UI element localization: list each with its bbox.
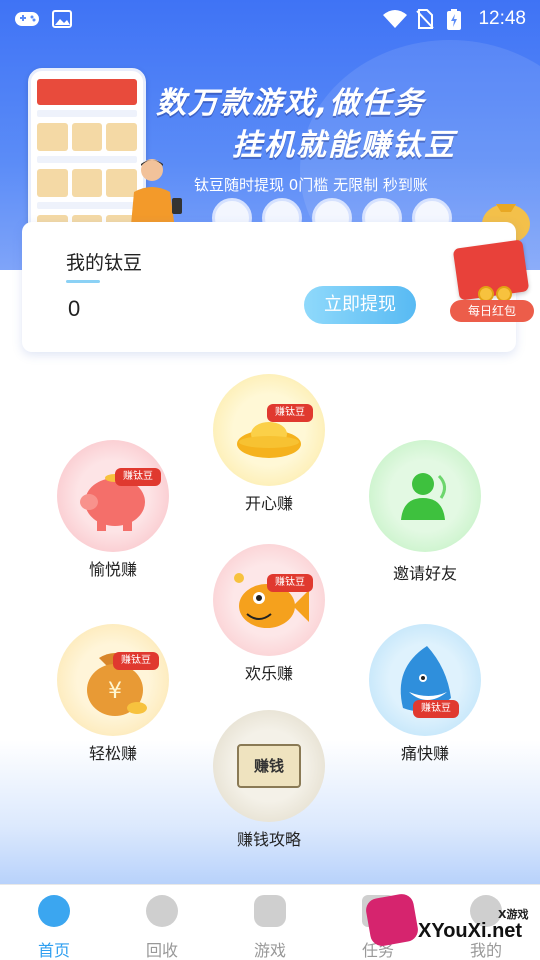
tab-recycle[interactable]: 回收: [108, 885, 216, 960]
invite-friends-item[interactable]: [369, 440, 481, 552]
earn-label-tongkuai: 痛快赚: [400, 744, 449, 763]
scroll-text: 赚钱: [253, 757, 284, 775]
earn-item-yuyue[interactable]: 赚钛豆: [57, 440, 169, 552]
invite-friends-label: 邀请好友: [392, 564, 457, 583]
clock-icon: [146, 895, 178, 927]
svg-text:¥: ¥: [108, 679, 122, 704]
daily-red-packet[interactable]: 每日红包: [448, 239, 536, 324]
balance-title: 我的钛豆: [66, 252, 143, 274]
earn-tag: 赚钛豆: [413, 700, 459, 718]
clock-time: 12:48: [478, 8, 526, 29]
watermark-logo-icon: [364, 892, 420, 948]
balance-value: 0: [68, 296, 81, 321]
earn-item-huanle[interactable]: 赚钛豆: [213, 544, 325, 656]
no-sim-icon: [416, 9, 434, 29]
banner-subslogan: 钛豆随时提现 0门槛 无限制 秒到账: [194, 176, 428, 194]
earn-label-huanle: 欢乐赚: [244, 664, 293, 683]
earn-item-qingsong[interactable]: ¥ 赚钛豆: [57, 624, 169, 736]
earn-label-kaixin: 开心赚: [244, 494, 293, 513]
earn-tag: 赚钛豆: [113, 652, 159, 670]
tab-games[interactable]: 游戏: [216, 885, 324, 960]
earn-tag: 赚钛豆: [115, 468, 161, 486]
wifi-icon: [383, 10, 407, 28]
banner-slogan-line2: 挂机就能赚钛豆: [232, 128, 456, 163]
scroll-icon: 赚钱: [237, 744, 301, 788]
tab-label: 回收: [145, 941, 178, 960]
site-watermark: X游戏 XYouXi.net: [360, 886, 540, 960]
gamepad-status-icon: [15, 12, 39, 26]
user-add-icon: [401, 473, 446, 520]
tab-label: 游戏: [253, 941, 286, 960]
tab-home[interactable]: 首页: [0, 885, 108, 960]
earn-guide-label: 赚钱攻略: [236, 830, 301, 849]
earn-guide-item[interactable]: 赚钱: [213, 710, 325, 822]
balance-card: 我的钛豆 0 立即提现: [22, 222, 516, 352]
banner-slogan-line1: 数万款游戏,做任务: [156, 86, 426, 121]
status-bar: 12:48: [0, 0, 540, 38]
gamepad-icon: [254, 895, 286, 927]
watermark-big-text: XYouXi.net: [418, 920, 523, 942]
earn-label-yuyue: 愉悦赚: [88, 560, 137, 579]
earn-tag: 赚钛豆: [267, 574, 313, 592]
withdraw-button[interactable]: 立即提现: [304, 286, 416, 324]
image-status-icon: [52, 10, 72, 28]
earn-item-kaixin[interactable]: 赚钛豆: [213, 374, 325, 486]
earn-label-qingsong: 轻松赚: [88, 744, 137, 763]
red-packet-label: 每日红包: [450, 300, 534, 322]
earn-item-tongkuai[interactable]: 赚钛豆: [369, 624, 481, 736]
money-bag-icon: [38, 895, 70, 927]
earn-tag: 赚钛豆: [267, 404, 313, 422]
battery-icon: [447, 9, 461, 30]
tab-label: 首页: [37, 941, 70, 960]
title-underline: [66, 280, 100, 283]
